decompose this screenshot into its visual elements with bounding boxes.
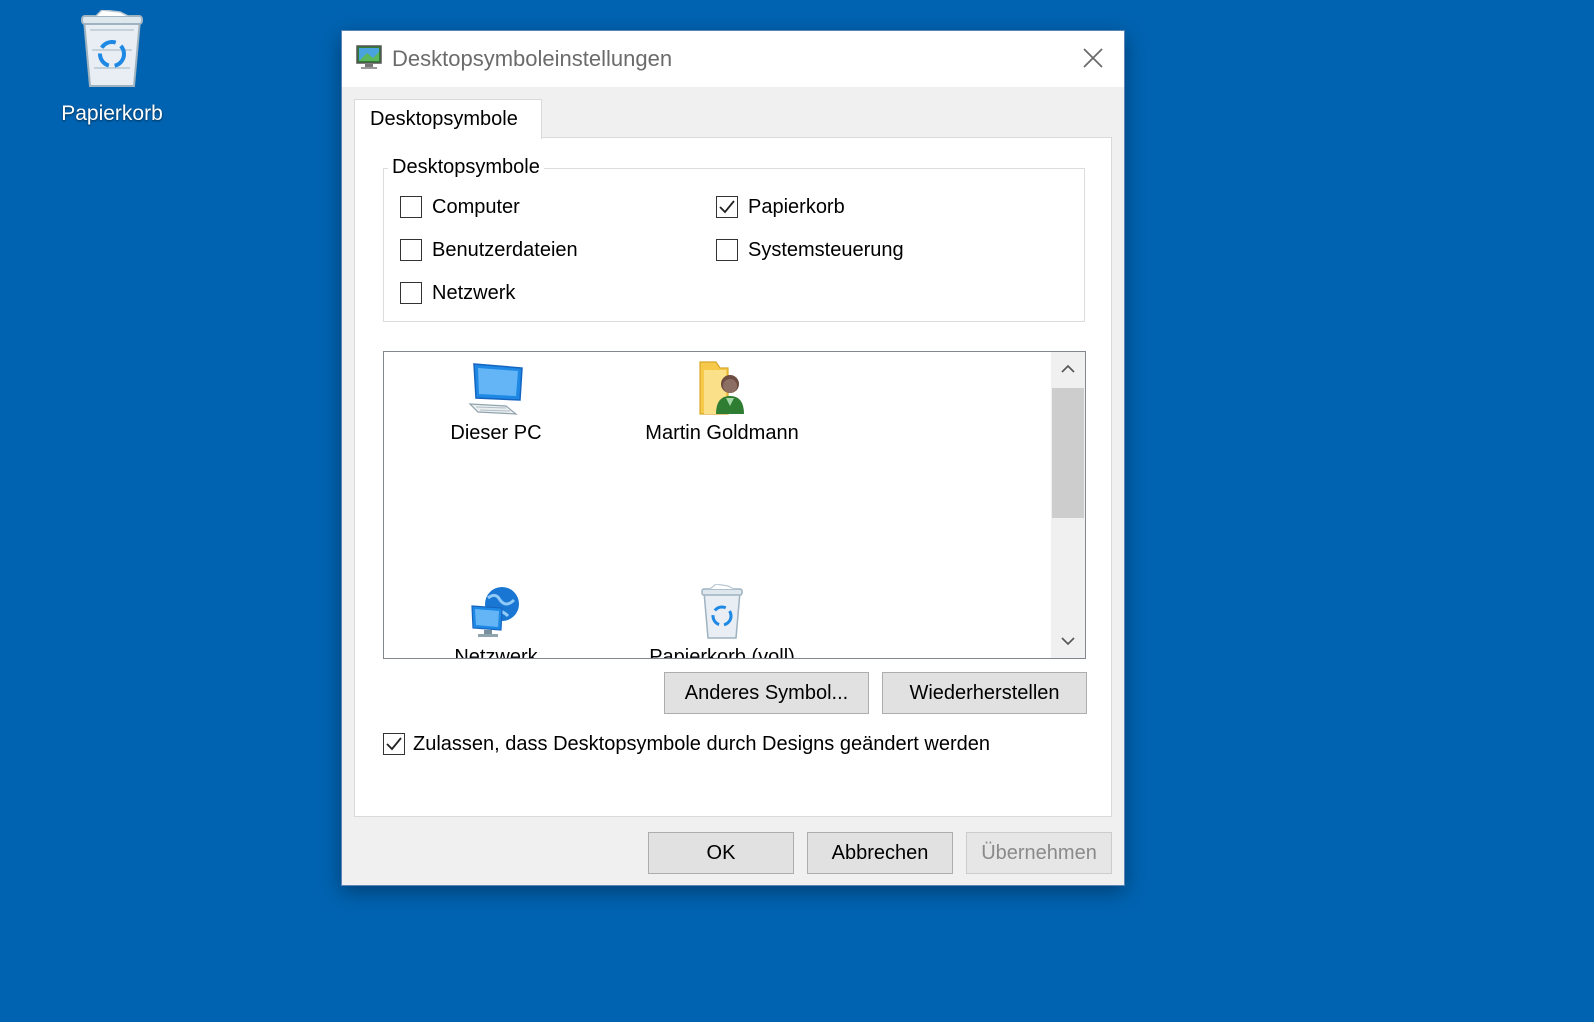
close-icon	[1083, 48, 1103, 68]
checkbox-label: Netzwerk	[432, 281, 516, 304]
tab-panel: Desktopsymbole Computer Papierkorb Benut…	[354, 137, 1112, 817]
icon-list[interactable]: Dieser PC Martin Goldmann Netzwerk Papie…	[383, 351, 1086, 659]
checkbox-label: Benutzerdateien	[432, 238, 578, 261]
desktop-recycle-bin-label: Papierkorb	[61, 102, 163, 125]
close-button[interactable]	[1060, 31, 1124, 87]
chevron-up-icon	[1061, 364, 1075, 373]
restore-default-button[interactable]: Wiederherstellen	[882, 672, 1087, 714]
checkbox-label: Papierkorb	[748, 195, 845, 218]
checkbox-box[interactable]	[716, 239, 738, 261]
user-folder-icon	[699, 361, 744, 415]
list-item-netzwerk[interactable]: Netzwerk	[386, 584, 606, 659]
change-icon-button[interactable]: Anderes Symbol...	[664, 672, 869, 714]
display-settings-icon	[356, 45, 382, 69]
list-item-papierkorb-voll[interactable]: Papierkorb (voll)	[612, 584, 832, 659]
desktop-recycle-bin[interactable]: Papierkorb	[40, 6, 184, 130]
scroll-thumb[interactable]	[1052, 388, 1084, 518]
checkbox-papierkorb[interactable]: Papierkorb	[716, 193, 845, 221]
list-item-dieser-pc[interactable]: Dieser PC	[386, 360, 606, 445]
checkmark-icon	[719, 200, 735, 214]
desktop-icons-group: Desktopsymbole Computer Papierkorb Benut…	[383, 156, 1085, 322]
checkbox-systemsteuerung[interactable]: Systemsteuerung	[716, 236, 904, 264]
network-icon	[471, 587, 519, 637]
list-item-label: Martin Goldmann	[645, 422, 799, 444]
cancel-button[interactable]: Abbrechen	[807, 832, 953, 874]
desktop-icon-settings-dialog: Desktopsymboleinstellungen Desktopsymbol…	[341, 30, 1125, 886]
checkbox-computer[interactable]: Computer	[400, 193, 520, 221]
ok-button[interactable]: OK	[648, 832, 794, 874]
dialog-title: Desktopsymboleinstellungen	[392, 46, 673, 71]
title-bar[interactable]: Desktopsymboleinstellungen	[342, 31, 1124, 87]
checkbox-allow-themes[interactable]: Zulassen, dass Desktopsymbole durch Desi…	[383, 730, 990, 758]
checkbox-netzwerk[interactable]: Netzwerk	[400, 279, 515, 307]
scroll-down-button[interactable]	[1051, 624, 1085, 658]
checkbox-box[interactable]	[400, 282, 422, 304]
recycle-bin-full-icon	[701, 584, 743, 639]
scroll-up-button[interactable]	[1051, 352, 1085, 386]
checkbox-label: Computer	[432, 195, 520, 218]
checkbox-label: Zulassen, dass Desktopsymbole durch Desi…	[413, 732, 990, 755]
checkbox-label: Systemsteuerung	[748, 238, 904, 261]
recycle-bin-icon	[81, 10, 143, 87]
chevron-down-icon	[1061, 637, 1075, 646]
vertical-scrollbar[interactable]	[1051, 352, 1085, 658]
apply-button: Übernehmen	[966, 832, 1112, 874]
checkbox-box[interactable]	[383, 733, 405, 755]
list-item-label: Papierkorb (voll)	[649, 646, 795, 659]
checkbox-box[interactable]	[716, 196, 738, 218]
checkmark-icon	[386, 737, 402, 751]
group-title: Desktopsymbole	[388, 156, 544, 179]
checkbox-benutzerdateien[interactable]: Benutzerdateien	[400, 236, 578, 264]
list-item-label: Dieser PC	[450, 422, 542, 444]
tab-desktopsymbole[interactable]: Desktopsymbole	[354, 99, 542, 139]
computer-icon	[468, 363, 523, 415]
checkbox-box[interactable]	[400, 196, 422, 218]
list-item-martin-goldmann[interactable]: Martin Goldmann	[612, 360, 832, 445]
checkbox-box[interactable]	[400, 239, 422, 261]
list-item-label: Netzwerk	[454, 646, 538, 659]
